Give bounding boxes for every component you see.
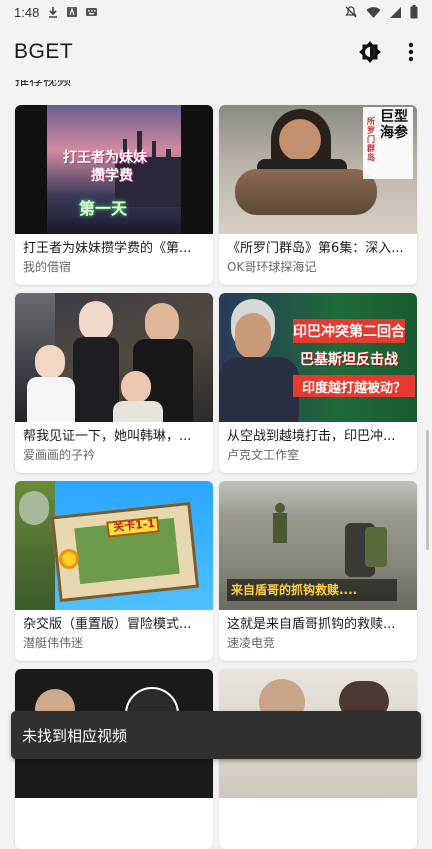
download-icon: [49, 7, 58, 18]
video-author: 速凌电竞: [227, 636, 276, 650]
video-card[interactable]: 打王者为妹妹 攒学费 第一天 打王者为妹妹攒学费的《第... 我的借宿: [15, 105, 213, 285]
video-thumbnail: 来自盾哥的抓钩救赎....: [219, 481, 417, 610]
more-options-icon[interactable]: [408, 42, 414, 62]
video-title: 帮我见证一下，她叫韩琳，...: [23, 429, 192, 444]
thumbnail-overlay-text: 巨型海参: [380, 109, 408, 141]
status-bar: 1:48: [0, 0, 432, 24]
video-card[interactable]: 来自盾哥的抓钩救赎.... 这就是来自盾哥抓钩的救赎... 速凌电竞: [219, 481, 417, 661]
app-title: BGET: [14, 40, 74, 63]
thumbnail-overlay-text: 印度越打越被动？: [301, 381, 406, 396]
thumbnail-overlay-text: 巴基斯坦反击战: [300, 352, 398, 368]
theme-toggle-icon[interactable]: [358, 40, 382, 64]
video-card[interactable]: [219, 669, 417, 849]
video-card[interactable]: 关卡1-1 杂交版（重置版）冒险模式... 潜艇伟伟迷: [15, 481, 213, 661]
thumbnail-overlay-text: 印巴冲突第二回合: [293, 324, 405, 340]
video-title: 从空战到越境打击，印巴冲...: [227, 429, 396, 444]
video-author: 我的借宿: [23, 260, 72, 274]
thumbnail-overlay-text: 打王者为妹妹: [63, 150, 147, 166]
video-thumbnail: 印巴冲突第二回合 巴基斯坦反击战 印度越打越被动？: [219, 293, 417, 422]
scrollbar[interactable]: [426, 430, 429, 550]
signal-icon: [390, 6, 401, 18]
video-card[interactable]: 帮我见证一下，她叫韩琳，... 爱画画的子衿: [15, 293, 213, 473]
video-title: 杂交版（重置版）冒险模式...: [23, 617, 192, 632]
video-author: 爱画画的子衿: [23, 448, 96, 462]
app-notification-icon: [67, 7, 78, 17]
battery-icon: [410, 5, 418, 19]
wifi-icon: [366, 6, 381, 18]
thumbnail-overlay-text: 来自盾哥的抓钩救赎....: [231, 583, 358, 597]
video-card[interactable]: 印巴冲突第二回合 巴基斯坦反击战 印度越打越被动？ 从空战到越境打击，印巴冲..…: [219, 293, 417, 473]
mute-icon: [345, 6, 357, 18]
video-thumbnail: [15, 293, 213, 422]
video-author: 潜艇伟伟迷: [23, 636, 84, 650]
thumbnail-overlay-text: 所罗门群岛: [367, 117, 375, 162]
video-thumbnail: 打王者为妹妹 攒学费 第一天: [15, 105, 213, 234]
keyboard-icon: [86, 8, 98, 16]
video-card[interactable]: [15, 669, 213, 849]
video-card[interactable]: 巨型海参 所罗门群岛 《所罗门群岛》第6集：深入... OK哥环球探海记: [219, 105, 417, 285]
app-bar: BGET: [0, 24, 432, 80]
status-time: 1:48: [14, 4, 40, 20]
video-thumbnail: 巨型海参 所罗门群岛: [219, 105, 417, 234]
snackbar-message: 未找到相应视频: [22, 726, 128, 745]
video-title: 打王者为妹妹攒学费的《第...: [23, 241, 192, 256]
thumbnail-overlay-text: 攒学费: [91, 168, 133, 184]
video-title: 这就是来自盾哥抓钩的救赎...: [227, 617, 396, 632]
video-title: 《所罗门群岛》第6集：深入...: [227, 241, 404, 256]
thumbnail-overlay-text: 第一天: [79, 199, 128, 218]
snackbar: 未找到相应视频: [11, 711, 421, 759]
video-author: 卢克文工作室: [227, 448, 300, 462]
video-author: OK哥环球探海记: [227, 260, 317, 274]
video-thumbnail: 关卡1-1: [15, 481, 213, 610]
